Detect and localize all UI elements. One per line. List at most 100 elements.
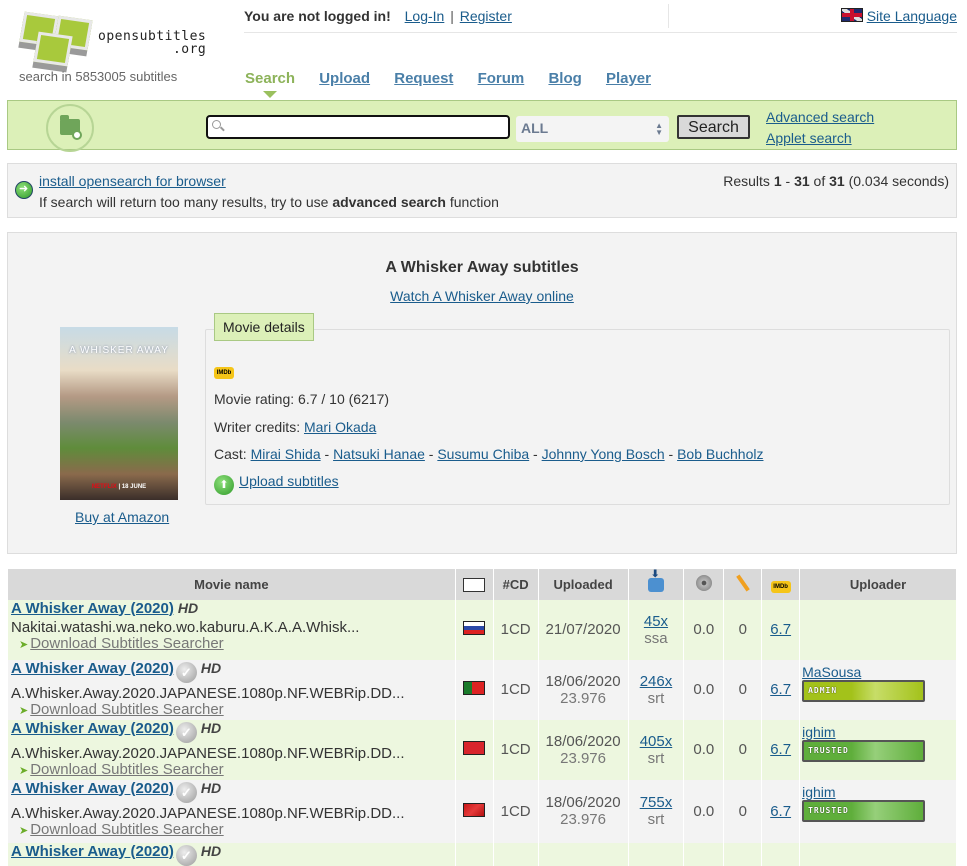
imdb-rating-link[interactable]: 6.7 [770,621,791,638]
movie-name-cell: A Whisker Away (2020) ✓ HD A.Whisker.Away.2… [7,779,456,843]
imdb-rating-link[interactable]: 6.7 [770,741,791,758]
uploader-link[interactable]: MaSousa [802,664,956,680]
subtitles-table: Movie name #CD Uploaded IMDb Uploader A … [7,568,957,866]
nav-request[interactable]: Request [394,70,453,87]
cast-link[interactable]: Susumu Chiba [437,446,529,462]
fps: 23.976 [560,749,606,767]
downloads-link[interactable]: 246x [640,673,673,690]
hd-badge: HD [177,599,199,616]
login-link[interactable]: Log-In [405,8,445,24]
applet-search-link[interactable]: Applet search [766,130,852,146]
col-movie-name[interactable]: Movie name [7,568,456,600]
col-uploaded[interactable]: Uploaded [537,568,629,600]
movie-title-link[interactable]: A Whisker Away (2020) [11,600,174,617]
site-language[interactable]: Site Language [840,8,957,24]
col-cd[interactable]: #CD [492,568,539,600]
movie-title: A Whisker Away subtitles [385,259,579,276]
subtitle-format: srt [647,811,665,828]
nav-upload[interactable]: Upload [319,70,370,87]
movie-title-link[interactable]: A Whisker Away (2020) [11,843,174,860]
language-flag-icon [463,802,486,817]
imdb-link[interactable]: IMDb [214,361,234,379]
writer-link[interactable]: Mari Okada [304,419,376,435]
col-rating[interactable] [683,568,725,600]
cast-link[interactable]: Mirai Shida [251,446,321,462]
uploaded-cell: 21/07/2020 [537,599,629,660]
nav-blog[interactable]: Blog [548,70,581,87]
movie-title-link[interactable]: A Whisker Away (2020) [11,720,174,737]
movie-poster[interactable]: A WHISKER AWAY NETFLIX | 18 JUNE [60,327,178,500]
movie-details-legend: Movie details [214,313,314,341]
cast-separator: - [529,446,542,462]
upload-subtitles-link[interactable]: Upload subtitles [239,473,339,489]
download-searcher-link[interactable]: Download Subtitles Searcher [30,701,223,718]
downloads-link[interactable]: 755x [640,794,673,811]
imdb-rating-link[interactable]: 6.7 [770,803,791,820]
register-link[interactable]: Register [460,8,512,24]
select-arrows-icon: ▲ ▼ [655,121,663,137]
uploaded-cell [537,842,629,866]
imdb-rating-link[interactable]: 6.7 [770,681,791,698]
download-searcher-link[interactable]: Download Subtitles Searcher [30,635,223,652]
buy-amazon-link[interactable]: Buy at Amazon [75,509,169,525]
arrow-icon: ➤ [19,824,29,837]
verified-check-icon: ✓ [175,721,197,743]
download-searcher-link[interactable]: Download Subtitles Searcher [30,761,223,778]
col-comments[interactable] [723,568,763,600]
language-select-value: ALL [521,120,549,136]
search-bar: ALL ▲ ▼ Search Advanced search Applet sea… [7,100,957,152]
download-searcher-link[interactable]: Download Subtitles Searcher [30,821,223,838]
table-row[interactable]: A Whisker Away (2020) ✓ HD A.Whisker.Away.2… [7,659,957,720]
nav-player[interactable]: Player [606,70,651,87]
release-name: Nakitai.watashi.wa.neko.wo.kaburu.A.K.A.… [11,618,360,636]
opensearch-link[interactable]: install opensearch for browser [39,173,226,189]
cd-cell: 1CD [492,779,539,843]
search-button[interactable]: Search [677,115,750,139]
buy-amazon: Buy at Amazon [75,509,169,525]
col-downloads[interactable] [627,568,685,600]
pencil-icon [735,574,750,592]
subtitle-format: srt [647,689,665,707]
language-cell [454,719,494,780]
search-input-wrapper [206,115,510,139]
fps: 23.976 [560,811,606,828]
col-language[interactable] [454,568,494,600]
movie-title-link[interactable]: A Whisker Away (2020) [11,780,174,797]
site-logo[interactable]: opensubtitles .org [12,6,232,67]
site-language-link[interactable]: Site Language [867,8,957,24]
rating-cell: 0.0 [683,719,725,780]
search-input[interactable] [228,117,506,137]
verified-check-icon: ✓ [175,844,197,866]
main-nav: Search Upload Request Forum Blog Player [245,70,671,87]
watch-online-link[interactable]: Watch A Whisker Away online [390,288,574,304]
cast-link[interactable]: Johnny Yong Bosch [542,446,665,462]
uploader-link[interactable]: ighim [802,724,956,740]
language-flag-placeholder-icon [463,578,486,593]
downloads-link[interactable]: 405x [640,733,673,750]
comments-cell: 0 [723,719,763,780]
uk-flag-icon [840,8,863,22]
comments-cell: 0 [723,659,763,720]
movie-panel: A Whisker Away subtitles Watch A Whisker… [7,232,957,554]
language-select[interactable]: ALL ▲ ▼ [516,116,669,142]
uploader-link[interactable]: ighim [802,784,956,800]
table-row[interactable]: A Whisker Away (2020) ✓ HD A.Whisker.Away.2… [7,719,957,780]
col-uploader[interactable]: Uploader [799,568,957,600]
movie-name-cell: A Whisker Away (2020) ✓ HD A.Whisker.Away.2… [7,719,456,780]
col-imdb[interactable]: IMDb [761,568,801,600]
table-row[interactable]: A Whisker Away (2020) HD Nakitai.watashi.w… [7,599,957,660]
language-cell [454,659,494,720]
advanced-search-link[interactable]: Advanced search [766,109,874,125]
hint-prefix: If search will return too many results, … [39,194,333,210]
rating-cell: 0.0 [683,779,725,843]
movie-title-link[interactable]: A Whisker Away (2020) [11,660,174,677]
nav-forum[interactable]: Forum [478,70,525,87]
nav-search[interactable]: Search [245,70,295,87]
downloads-link[interactable]: 45x [644,613,668,630]
poster-footer: NETFLIX | 18 JUNE [91,484,147,490]
table-row[interactable]: A Whisker Away (2020) ✓ HD A.Whisker.Away.2… [7,779,957,843]
table-row[interactable]: A Whisker Away (2020) ✓ HD [7,842,957,866]
imdb-cell [761,842,801,866]
cast-link[interactable]: Bob Buchholz [677,446,763,462]
cast-link[interactable]: Natsuki Hanae [333,446,425,462]
